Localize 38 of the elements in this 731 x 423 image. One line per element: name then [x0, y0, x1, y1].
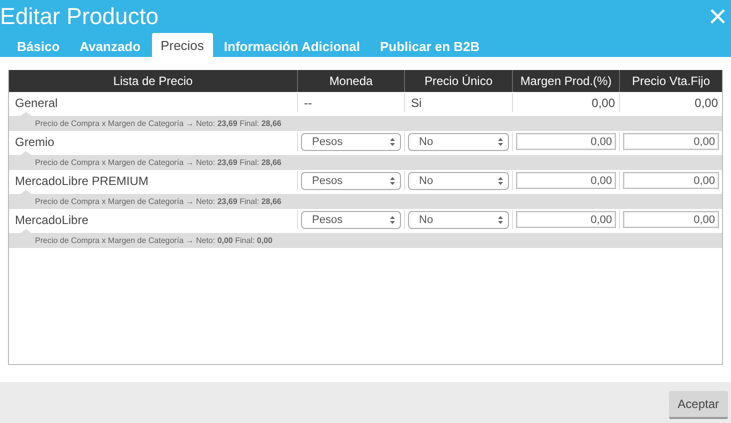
column-header: Precio Único	[404, 70, 512, 92]
table-cell-text: MercadoLibre PREMIUM	[14, 172, 150, 190]
pointer-icon	[19, 151, 33, 156]
select-arrows-icon	[498, 216, 503, 224]
select-arrows-icon	[498, 138, 503, 146]
column-header: Margen Prod.(%)	[512, 70, 619, 92]
select-arrows-icon	[390, 216, 395, 224]
price-detail: Precio de Compra x Margen de Categoría → Neto: 23,69 Final: 28,66	[35, 158, 282, 167]
select-arrows-icon	[390, 138, 395, 146]
unique-price-select[interactable]: No	[408, 132, 509, 150]
table-cell-text: Gremio	[14, 134, 56, 150]
column-header: Lista de Precio	[112, 73, 194, 90]
currency-select[interactable]: Pesos	[301, 132, 401, 150]
margin-input[interactable]: 0,00	[516, 172, 616, 189]
price-detail: Precio de Compra x Margen de Categoría → Neto: 23,69 Final: 28,66	[35, 197, 282, 206]
margin-input[interactable]: 0,00	[516, 211, 616, 228]
pointer-icon	[19, 229, 33, 234]
table-cell-text: General	[14, 94, 59, 112]
pointer-icon	[19, 112, 33, 117]
table-cell-text: MercadoLibre	[14, 212, 90, 228]
fixed-price-input[interactable]: 0,00	[623, 172, 719, 189]
price-detail: Precio de Compra x Margen de Categoría → Neto: 23,69 Final: 28,66	[35, 119, 282, 128]
price-detail: Precio de Compra x Margen de Categoría → Neto: 0,00 Final: 0,00	[35, 236, 272, 245]
fixed-price-input[interactable]: 0,00	[623, 133, 719, 150]
unique-price-select[interactable]: No	[408, 210, 509, 228]
pointer-icon	[19, 190, 33, 195]
fixed-price-input[interactable]: 0,00	[623, 211, 719, 228]
select-arrows-icon	[390, 176, 395, 184]
currency-select[interactable]: Pesos	[301, 210, 401, 228]
column-header: Moneda	[297, 70, 404, 92]
accept-button[interactable]: Aceptar	[668, 390, 728, 418]
currency-select[interactable]: Pesos	[301, 172, 401, 190]
select-arrows-icon	[498, 176, 503, 184]
window-title: Editar Producto	[0, 2, 159, 30]
column-header: Precio Vta.Fijo	[619, 70, 722, 92]
tab[interactable]: Precios	[152, 33, 213, 57]
unique-price-select[interactable]: No	[408, 172, 509, 190]
margin-input[interactable]: 0,00	[516, 133, 616, 150]
